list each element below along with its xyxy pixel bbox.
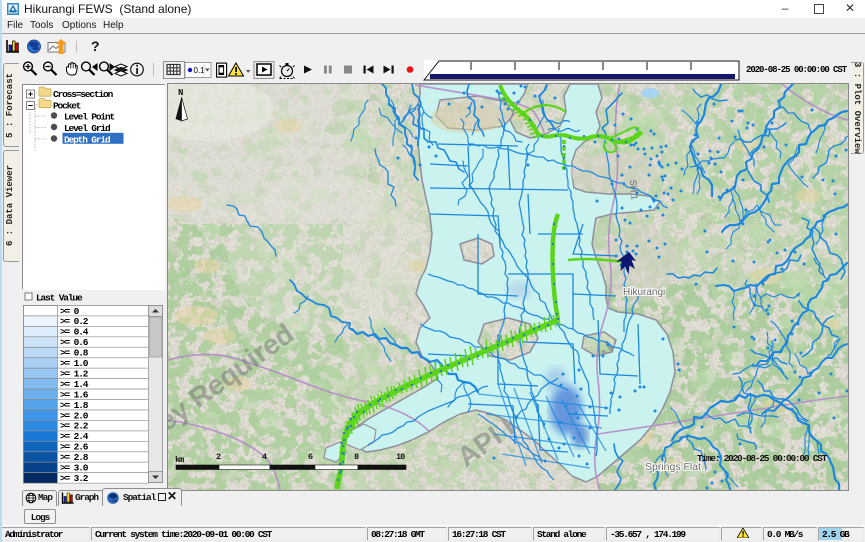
svg-text:SH 1: SH 1 [628, 179, 640, 200]
svg-text:Cross=section: Cross=section [53, 89, 114, 100]
svg-text:Level Point: Level Point [64, 112, 115, 123]
svg-text:Hikurangi: Hikurangi [623, 287, 665, 298]
svg-text:Time: 2020-08-25 00:00:00 CST: Time: 2020-08-25 00:00:00 CST [697, 453, 828, 464]
svg-text:>= 1.8: >= 1.8 [60, 400, 89, 411]
svg-text:>= 2.8: >= 2.8 [60, 452, 89, 463]
svg-text:Pocket: Pocket [53, 101, 81, 112]
svg-text:>= 0: >= 0 [60, 306, 80, 317]
svg-text:>= 0.2: >= 0.2 [60, 316, 89, 327]
svg-text:>= 2.4: >= 2.4 [60, 431, 89, 442]
svg-text:Last Value: Last Value [36, 293, 83, 304]
svg-text:>= 1.2: >= 1.2 [60, 369, 89, 380]
svg-text:0.1: 0.1 [194, 66, 206, 75]
svg-text:>= 1.4: >= 1.4 [60, 379, 89, 390]
svg-text:km: km [175, 455, 184, 465]
svg-text:>= 0.6: >= 0.6 [60, 337, 89, 348]
svg-text:>= 1.6: >= 1.6 [60, 389, 89, 400]
svg-text:N: N [178, 88, 183, 98]
svg-text:>= 0.8: >= 0.8 [60, 348, 89, 359]
svg-text:Level Grid: Level Grid [64, 123, 111, 134]
svg-text:>= 2.0: >= 2.0 [60, 410, 89, 421]
svg-text:Springs Flat: Springs Flat [645, 461, 701, 473]
svg-text:10: 10 [396, 452, 405, 462]
svg-text:>= 2.2: >= 2.2 [60, 421, 89, 432]
svg-text:>= 1.0: >= 1.0 [60, 358, 89, 369]
svg-text:>= 3.2: >= 3.2 [60, 473, 89, 484]
svg-text:>= 0.4: >= 0.4 [60, 327, 89, 338]
svg-text:Depth Grid: Depth Grid [64, 135, 111, 146]
svg-text:>= 3.0: >= 3.0 [60, 463, 89, 474]
svg-text:>= 2.6: >= 2.6 [60, 442, 89, 453]
